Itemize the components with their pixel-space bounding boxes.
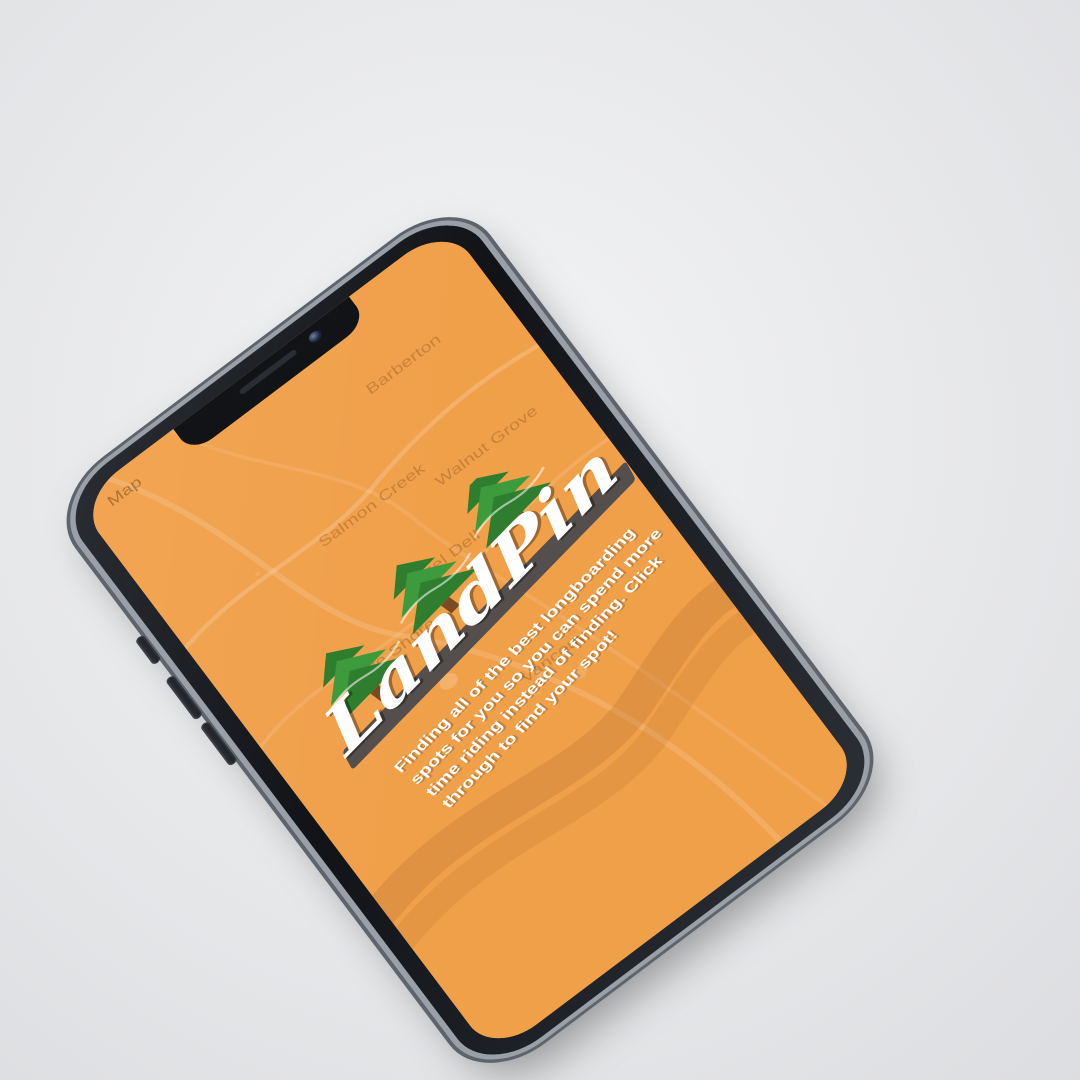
app-screen: Map Barberton Salmon Creek Walnut Grove …: [75, 223, 865, 1057]
device-scene: Map Barberton Salmon Creek Walnut Grove …: [0, 0, 1080, 1080]
camera-icon: [306, 328, 324, 345]
phone: Map Barberton Salmon Creek Walnut Grove …: [53, 202, 887, 1078]
